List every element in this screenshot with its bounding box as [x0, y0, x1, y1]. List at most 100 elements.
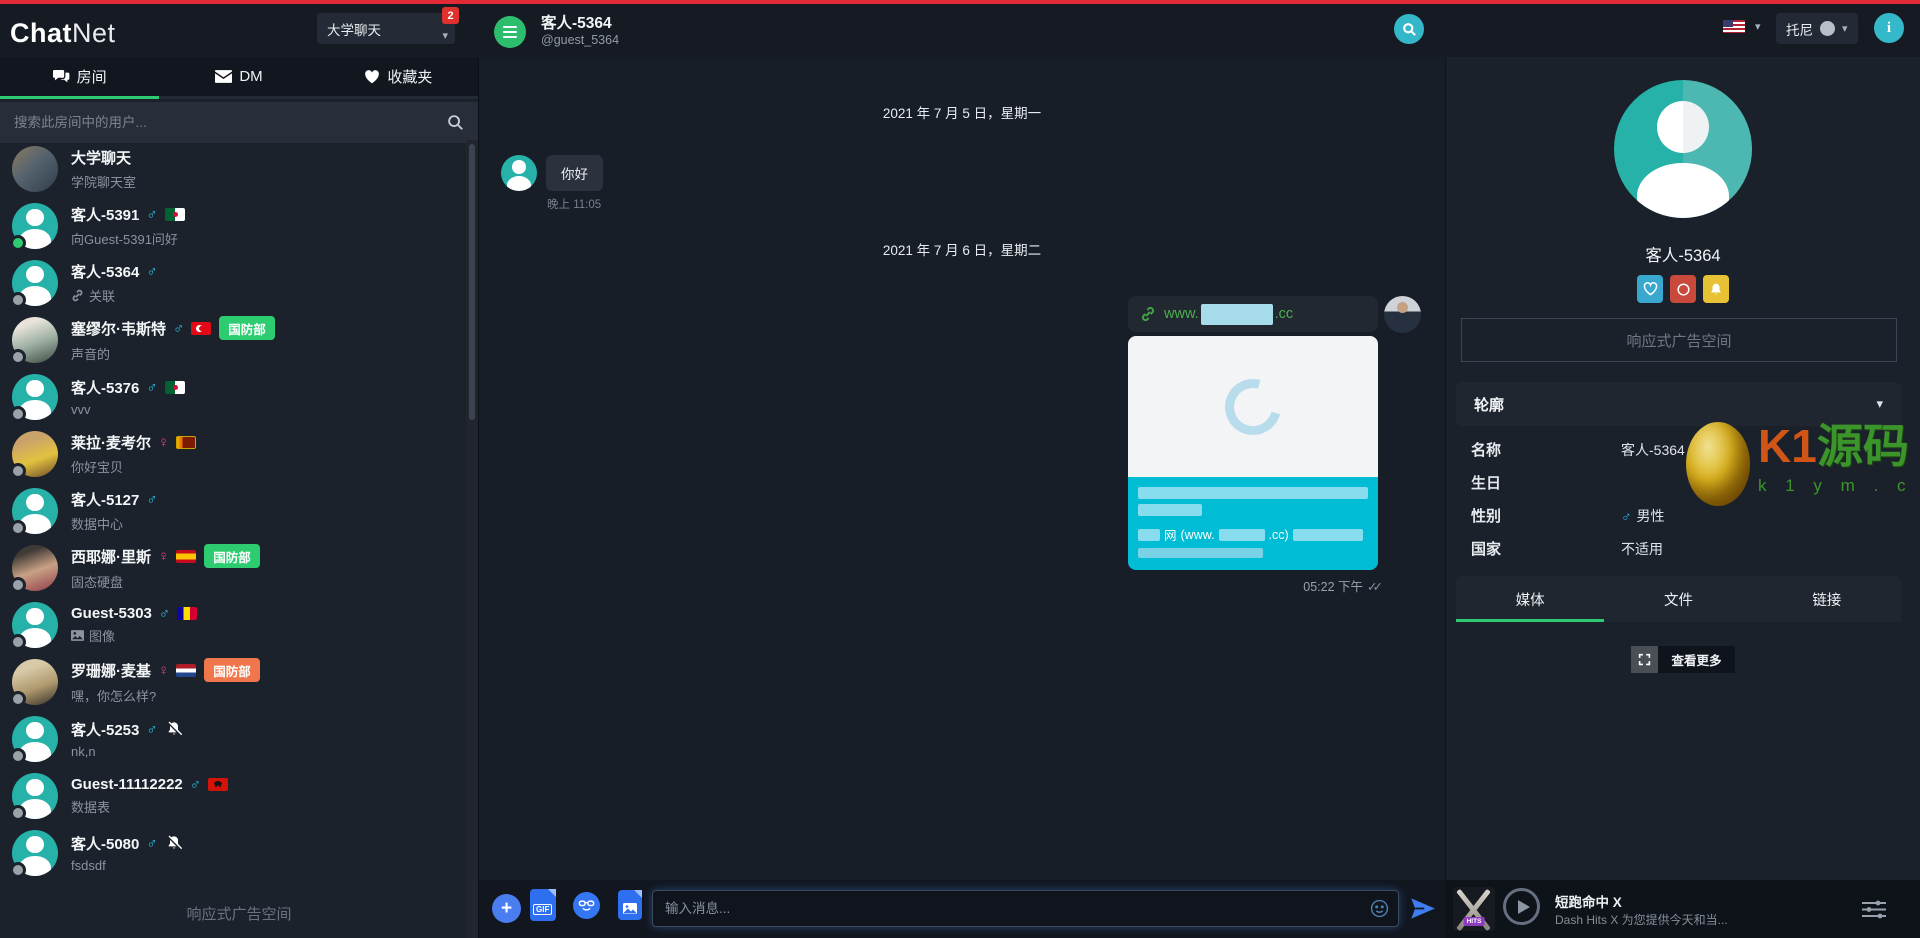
avatar — [12, 773, 58, 819]
emoji-picker-icon[interactable] — [1370, 899, 1389, 918]
user-status-message: vvv — [71, 402, 91, 417]
avatar[interactable] — [501, 155, 537, 191]
role-badge: 国防部 — [219, 316, 275, 340]
bell-icon — [1709, 282, 1723, 297]
flag-turkey-icon — [191, 322, 211, 335]
tab-favorites[interactable]: 收藏夹 — [319, 57, 478, 96]
list-item[interactable]: 客人-5127♂ 数据中心 — [0, 482, 466, 539]
chat-area: 2021 年 7 月 5 日，星期一 你好 晚上 11:05 2021 年 7 … — [478, 57, 1445, 880]
add-attachment-button[interactable]: + — [492, 894, 521, 923]
notification-badge: 2 — [442, 7, 459, 24]
profile-name: 客人-5364 — [1446, 242, 1920, 266]
sidebar-scrollbar[interactable] — [466, 140, 478, 938]
notify-button[interactable] — [1703, 275, 1729, 303]
redacted-block — [1201, 304, 1273, 325]
send-button[interactable] — [1409, 895, 1436, 922]
list-item[interactable]: 客人-5080♂ fsdsdf — [0, 824, 466, 881]
link-preview-card[interactable]: 网 (www. .cc) — [1128, 336, 1378, 570]
image-icon — [71, 630, 84, 641]
room-menu-button[interactable] — [494, 16, 526, 48]
scrollbar-thumb[interactable] — [469, 144, 475, 420]
rooms-icon — [53, 69, 70, 84]
list-item[interactable]: Guest-11112222♂ 数据表 — [0, 767, 466, 824]
link-icon — [71, 289, 84, 302]
like-button[interactable] — [1637, 275, 1663, 303]
message-input[interactable] — [653, 891, 1398, 926]
redacted-block — [1293, 529, 1363, 541]
list-item[interactable]: 莱拉·麦考尔♀ 你好宝贝 — [0, 425, 466, 482]
user-name: Guest-5303 — [71, 605, 152, 622]
status-badge — [10, 805, 26, 821]
flag-netherlands-icon — [176, 664, 196, 677]
preview-text: (www. — [1181, 528, 1215, 542]
list-item[interactable]: 客人-5364♂ 关联 — [0, 254, 466, 311]
avatar — [1820, 21, 1835, 36]
tab-dm[interactable]: DM — [159, 57, 318, 96]
message-time: 05:22 下午✓✓ — [1128, 576, 1378, 595]
chat-header-username: @guest_5364 — [541, 33, 619, 47]
tab-media[interactable]: 媒体 — [1456, 576, 1604, 622]
tab-links[interactable]: 链接 — [1753, 576, 1901, 622]
language-selector[interactable]: ▾ — [1723, 20, 1761, 33]
status-badge — [10, 691, 26, 707]
avatar — [12, 488, 58, 534]
status-badge — [10, 634, 26, 650]
info-button[interactable]: i — [1874, 13, 1904, 43]
user-status-message: 固态硬盘 — [71, 572, 123, 591]
list-item[interactable]: 客人-5376♂ vvv — [0, 368, 466, 425]
profile-actions — [1446, 275, 1920, 303]
tab-rooms[interactable]: 房间 — [0, 57, 159, 96]
list-item[interactable]: 西耶娜·里斯♀国防部 固态硬盘 — [0, 539, 466, 596]
play-button[interactable] — [1503, 888, 1540, 925]
message-bubble: 你好 — [546, 155, 603, 191]
tab-files[interactable]: 文件 — [1604, 576, 1752, 622]
list-item[interactable]: Guest-5303♂ 图像 — [0, 596, 466, 653]
tab-label: DM — [239, 68, 262, 85]
female-icon: ♀ — [158, 662, 169, 679]
avatar — [12, 431, 58, 477]
male-icon: ♂ — [173, 320, 184, 337]
user-name: Guest-11112222 — [71, 776, 183, 793]
dm-icon — [215, 70, 232, 83]
profile-avatar — [1614, 80, 1752, 218]
avatar — [12, 602, 58, 648]
list-item[interactable]: 大学聊天 学院聊天室 — [0, 140, 466, 197]
user-status-message: 声音的 — [71, 344, 110, 363]
block-button[interactable] — [1670, 275, 1696, 303]
link-icon — [1140, 306, 1156, 322]
sidebar: 房间 DM 收藏夹 大学聊天 学院聊天室 — [0, 57, 478, 938]
heart-icon — [1643, 282, 1658, 296]
search-input[interactable] — [0, 102, 478, 143]
current-user-menu[interactable]: 托尼 ▾ — [1776, 13, 1858, 44]
profile-section-toggle[interactable]: 轮廓 ▾ — [1456, 382, 1901, 426]
flag-spain-icon — [176, 550, 196, 563]
user-status-message: fsdsdf — [71, 858, 106, 873]
user-name: 客人-5253 — [71, 719, 139, 740]
see-more-label: 查看更多 — [1658, 650, 1734, 669]
male-icon: ♂ — [190, 776, 201, 793]
room-select-dropdown[interactable]: 大学聊天 ▾ 2 — [317, 13, 455, 44]
app-logo[interactable]: ChatNet — [10, 18, 116, 49]
sticker-picker-button[interactable] — [573, 892, 600, 919]
status-badge — [10, 406, 26, 422]
gif-picker-button[interactable]: GIF — [530, 889, 556, 921]
image-upload-button[interactable] — [618, 890, 642, 920]
profile-field: 生日 — [1471, 472, 1891, 494]
list-item[interactable]: 客人-5391♂ 向Guest-5391问好 — [0, 197, 466, 254]
list-item[interactable]: 客人-5253♂ nk,n — [0, 710, 466, 767]
list-item[interactable]: 塞缪尔·韦斯特♂国防部 声音的 — [0, 311, 466, 368]
image-icon — [623, 903, 637, 914]
see-more-button[interactable]: 查看更多 — [1631, 646, 1734, 673]
list-item[interactable]: 罗珊娜·麦基♀国防部 嘿，你怎么样? — [0, 653, 466, 710]
avatar[interactable] — [1384, 296, 1421, 333]
role-badge: 国防部 — [204, 544, 260, 568]
date-separator: 2021 年 7 月 5 日，星期一 — [479, 102, 1445, 122]
redacted-block — [1138, 504, 1202, 516]
avatar — [12, 146, 58, 192]
flag-albania-icon — [208, 778, 228, 791]
player-settings-icon[interactable] — [1862, 900, 1886, 919]
female-icon: ♀ — [158, 548, 169, 565]
link-message-bubble[interactable]: www..cc — [1128, 296, 1378, 332]
chat-search-button[interactable] — [1394, 14, 1424, 44]
male-icon: ♂ — [146, 721, 157, 738]
